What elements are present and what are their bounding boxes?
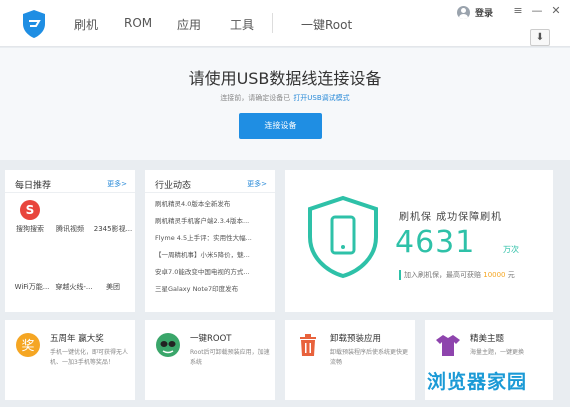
app-item[interactable]: 2345影视... xyxy=(88,224,138,234)
guarantee-amount: 10000 xyxy=(483,271,506,279)
shirt-icon xyxy=(436,335,460,356)
usb-debug-link[interactable]: 打开USB调试模式 xyxy=(293,94,349,102)
feature-desc: 卸载预装程序后使系统更快更流畅 xyxy=(330,349,409,366)
news-item[interactable]: 刷机精灵手机客户端2.3.4版本... xyxy=(155,215,249,225)
feature-title: 精美主题 xyxy=(470,334,505,344)
connect-device-panel: 请使用USB数据线连接设备 连接前，请确定设备已 打开USB调试模式 连接设备 xyxy=(0,48,570,160)
sogou-icon: S xyxy=(20,200,40,220)
guarantee-note: 加入刷机保，最高可获赔 10000 元 xyxy=(399,270,515,280)
login-button[interactable]: 登录 xyxy=(457,5,493,19)
app-item[interactable]: 美团 xyxy=(88,282,138,292)
root-icon xyxy=(156,333,180,357)
divider xyxy=(5,192,135,193)
svg-text:奖: 奖 xyxy=(21,339,34,354)
nav-divider xyxy=(272,13,273,33)
close-icon[interactable]: ✕ xyxy=(549,4,563,18)
anniversary-icon: 奖 xyxy=(16,333,40,357)
nav-item-apps[interactable]: 应用 xyxy=(177,16,201,33)
flash-guarantee-card[interactable]: 刷机保 成功保障刷机 4631 万次 加入刷机保，最高可获赔 10000 元 xyxy=(285,170,553,312)
news-item[interactable]: 安卓7.0能改变中国电视的方式... xyxy=(155,266,250,276)
industry-more-link[interactable]: 更多> xyxy=(247,179,267,189)
download-icon[interactable]: ⬇ xyxy=(530,29,550,46)
connect-subtitle-text: 连接前，请确定设备已 xyxy=(220,94,291,102)
guarantee-unit: 万次 xyxy=(503,245,519,254)
guarantee-title: 刷机保 成功保障刷机 xyxy=(399,212,503,223)
nav-item-one-click-root[interactable]: 一键Root xyxy=(301,16,352,33)
uninstall-preinstalled-card[interactable]: 卸载预装应用 卸载预装程序后使系统更快更流畅 xyxy=(285,320,415,400)
connect-subtitle: 连接前，请确定设备已 打开USB调试模式 xyxy=(0,93,570,103)
site-watermark: 浏览器家园 xyxy=(427,371,528,393)
nav-item-tools[interactable]: 工具 xyxy=(230,16,254,33)
menu-icon[interactable]: ≡ xyxy=(511,4,525,18)
connect-device-button[interactable]: 连接设备 xyxy=(239,113,322,139)
industry-news-title: 行业动态 xyxy=(155,181,192,191)
feature-desc: 手机一键优化，即可获得无人机、一加3手机等奖品！ xyxy=(50,349,129,366)
shield-phone-icon xyxy=(308,195,378,279)
news-item[interactable]: 刷机精灵4.0版本全新发布 xyxy=(155,198,230,208)
login-label: 登录 xyxy=(475,8,494,19)
shuajijingling-logo-icon[interactable] xyxy=(21,9,47,39)
daily-recommend-card: 每日推荐 更多> S 搜狗搜索 腾讯视频 2345影视... WiFi万能...… xyxy=(5,170,135,312)
guarantee-count: 4631 xyxy=(395,225,476,260)
guarantee-note-suffix: 元 xyxy=(507,271,515,279)
feature-title: 五周年 赢大奖 xyxy=(50,334,104,344)
guarantee-note-prefix: 加入刷机保，最高可获赔 xyxy=(404,271,481,279)
daily-more-link[interactable]: 更多> xyxy=(107,179,127,189)
trash-icon xyxy=(300,334,316,356)
nav-item-flash[interactable]: 刷机 xyxy=(74,16,98,33)
minimize-icon[interactable]: — xyxy=(530,4,544,18)
avatar-icon xyxy=(457,5,470,19)
news-item[interactable]: 三星Galaxy Note7印度发布 xyxy=(155,283,238,293)
app-label: 2345影视... xyxy=(93,225,133,233)
top-bar: 刷机 ROM 应用 工具 一键Root 登录 ≡ — ✕ ⬇ xyxy=(0,0,570,47)
feature-desc: Root后可卸载预装应用，加速系统 xyxy=(190,349,270,366)
feature-title: 一键ROOT xyxy=(190,334,232,344)
news-item[interactable]: Flyme 4.5上手评：实用性大幅... xyxy=(155,232,252,242)
news-item[interactable]: 【一周精机事】小米5降价，魅... xyxy=(155,249,250,259)
connect-title: 请使用USB数据线连接设备 xyxy=(188,69,382,88)
feature-desc: 海量主题，一键更换 xyxy=(470,349,525,356)
app-label: 美团 xyxy=(106,283,120,291)
one-click-root-card[interactable]: 一键ROOT Root后可卸载预装应用，加速系统 xyxy=(145,320,275,400)
anniversary-card[interactable]: 奖 五周年 赢大奖 手机一键优化，即可获得无人机、一加3手机等奖品！ xyxy=(5,320,135,400)
industry-news-card: 行业动态 更多> 刷机精灵4.0版本全新发布 刷机精灵手机客户端2.3.4版本.… xyxy=(145,170,275,312)
divider xyxy=(145,192,275,193)
nav-item-rom[interactable]: ROM xyxy=(124,16,152,30)
feature-title: 卸载预装应用 xyxy=(330,334,382,344)
daily-recommend-title: 每日推荐 xyxy=(15,181,52,191)
